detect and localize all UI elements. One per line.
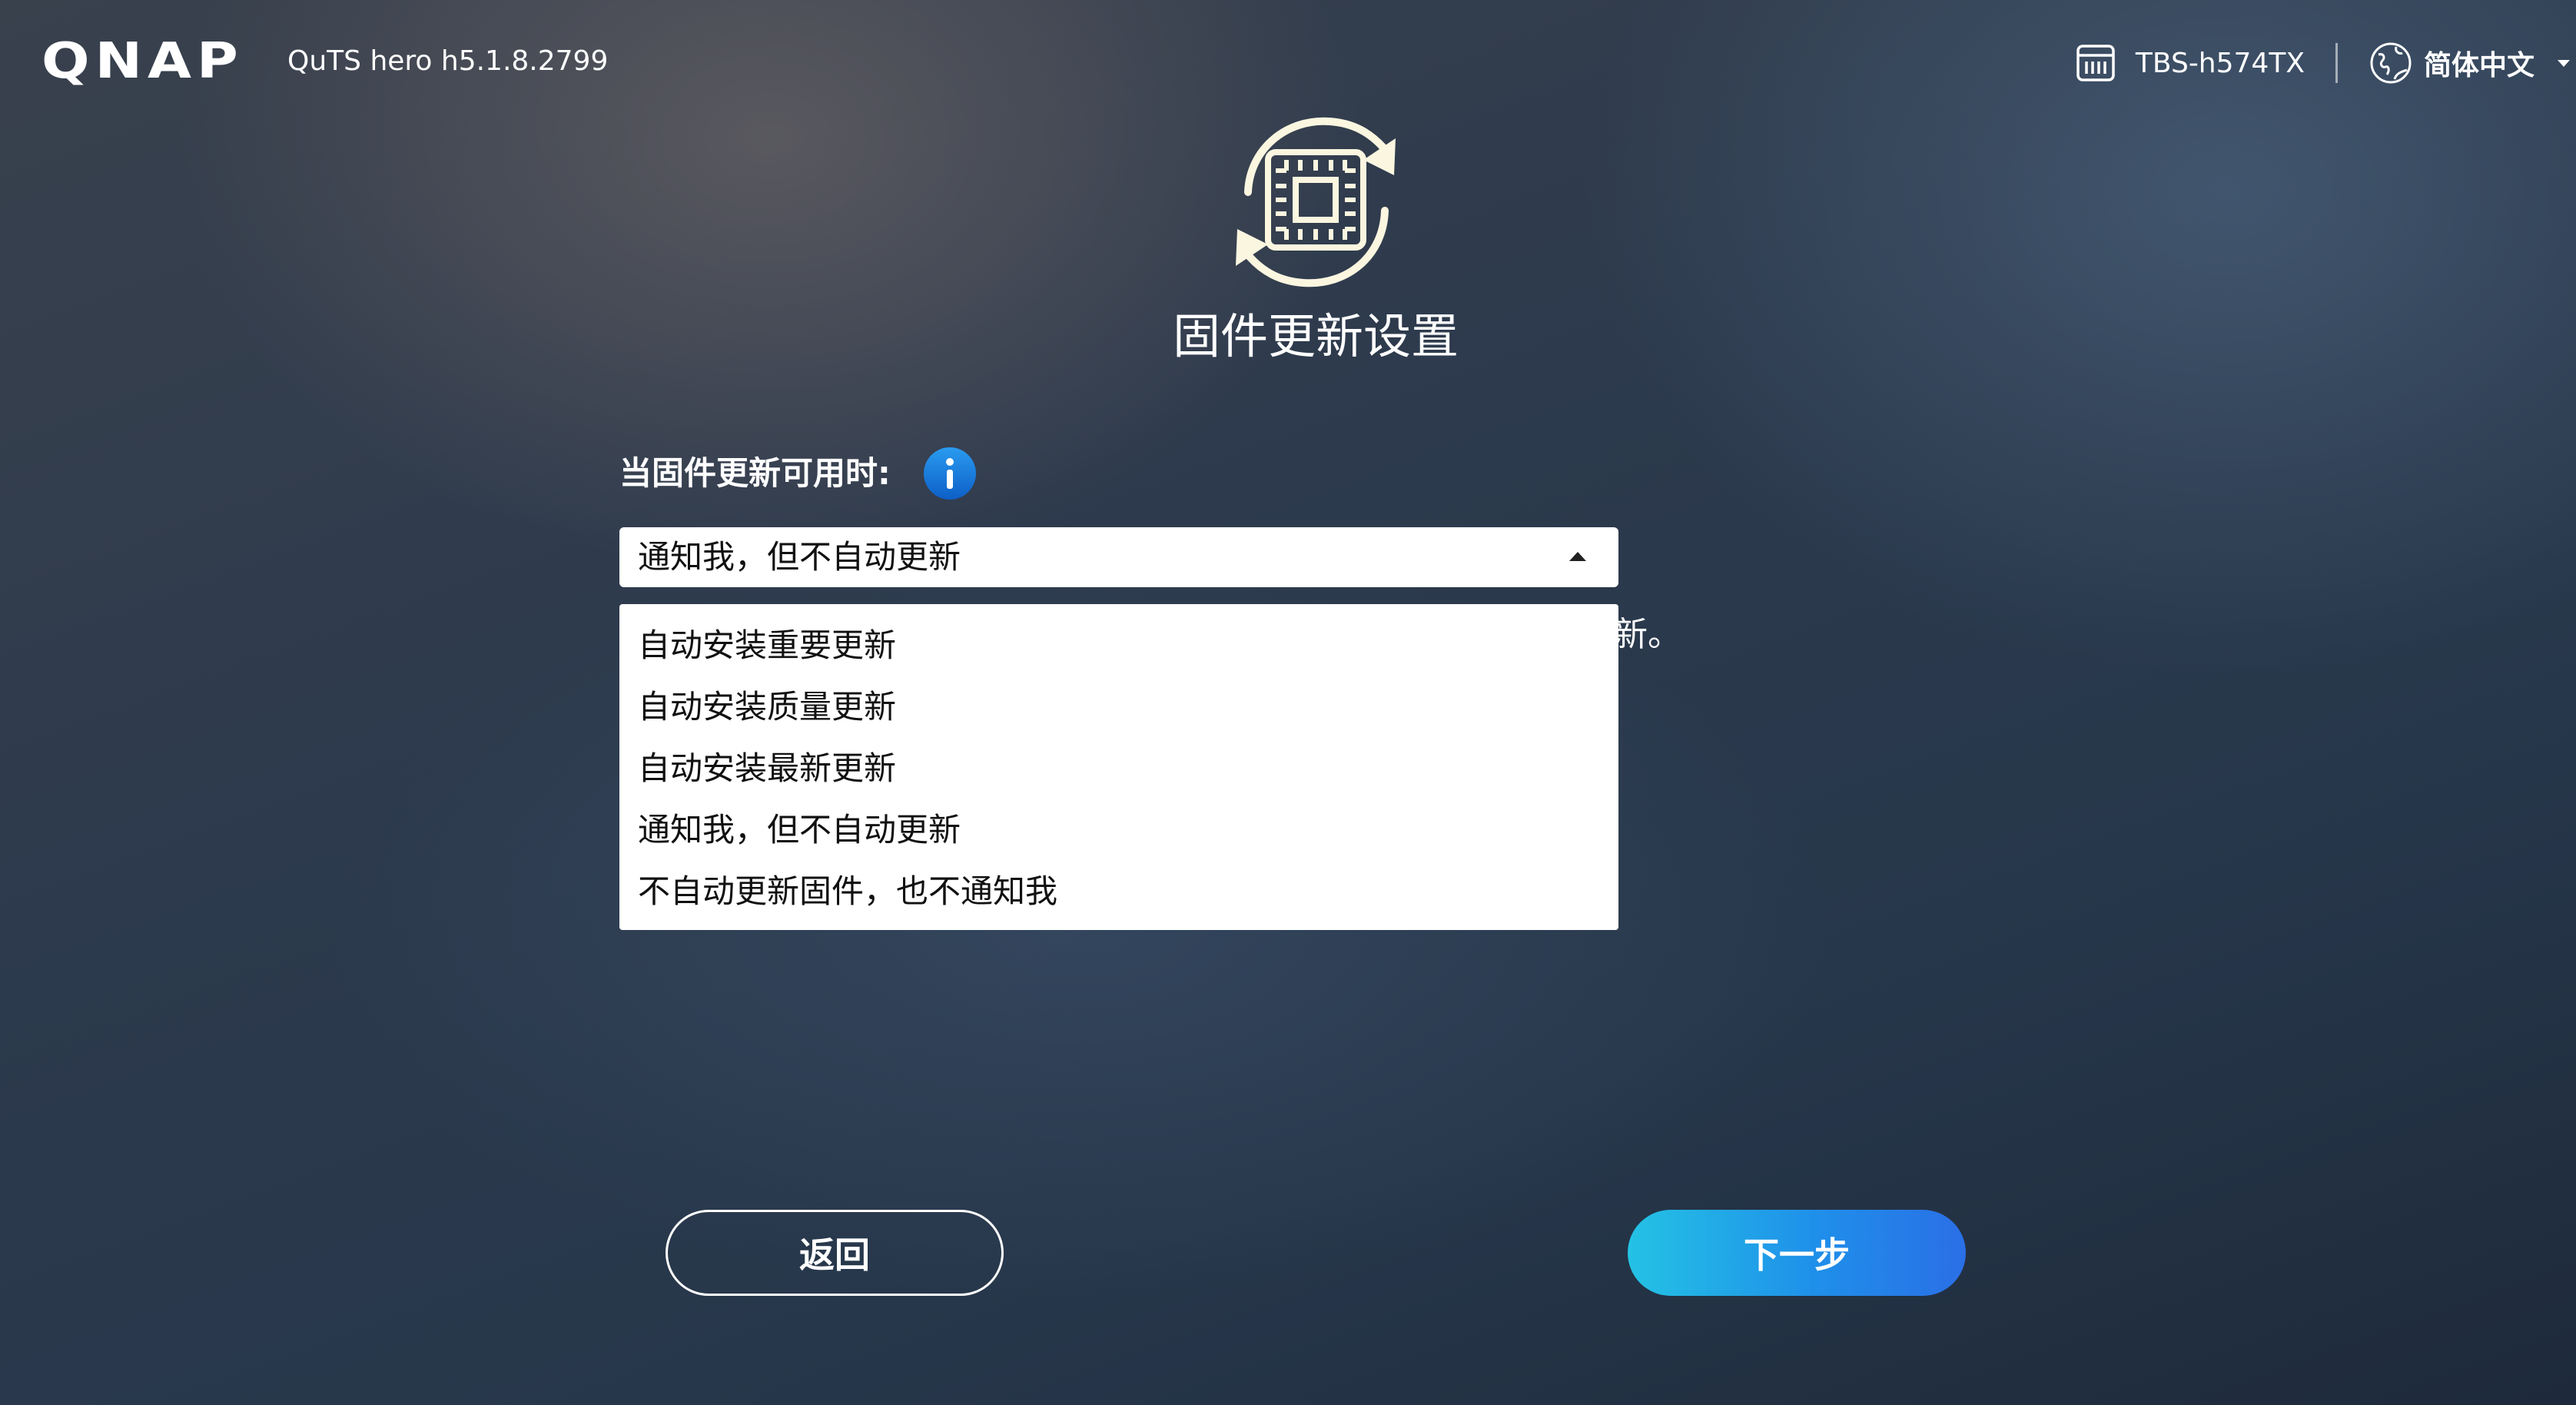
next-button[interactable]: 下一步 <box>1628 1210 1966 1296</box>
qnap-logo: QNAP <box>41 37 238 86</box>
logo-text: QNAP <box>41 33 244 90</box>
dropdown-option[interactable]: 通知我，但不自动更新 <box>619 799 1618 861</box>
dropdown-option[interactable]: 自动安装最新更新 <box>619 738 1618 799</box>
globe-icon[interactable] <box>2369 41 2413 85</box>
language-selector[interactable]: 简体中文 <box>2424 43 2535 83</box>
page-title: 固件更新设置 <box>1172 308 1459 364</box>
os-version: QuTS hero h5.1.8.2799 <box>287 45 609 77</box>
nas-device-icon <box>2076 45 2115 81</box>
firmware-update-icon <box>1236 117 1396 287</box>
chevron-up-icon[interactable] <box>1569 552 1586 561</box>
device-name: TBS-h574TX <box>2135 47 2305 79</box>
update-description-fragment: 新。 <box>1614 615 1681 654</box>
select-current-value: 通知我，但不自动更新 <box>638 538 961 576</box>
firmware-update-label: 当固件更新可用时: <box>619 454 891 492</box>
dropdown-option[interactable]: 不自动更新固件，也不通知我 <box>619 861 1618 922</box>
dropdown-option[interactable]: 自动安装重要更新 <box>619 615 1618 676</box>
info-icon[interactable] <box>922 446 978 501</box>
header-divider <box>2335 43 2338 83</box>
update-policy-dropdown: 自动安装重要更新 自动安装质量更新 自动安装最新更新 通知我，但不自动更新 不自… <box>619 604 1618 930</box>
update-policy-select[interactable]: 通知我，但不自动更新 <box>619 527 1618 587</box>
back-button[interactable]: 返回 <box>666 1210 1004 1296</box>
chevron-down-icon[interactable] <box>2558 59 2570 67</box>
header-right: TBS-h574TX 简体中文 <box>2074 38 2576 88</box>
dropdown-option[interactable]: 自动安装质量更新 <box>619 676 1618 738</box>
